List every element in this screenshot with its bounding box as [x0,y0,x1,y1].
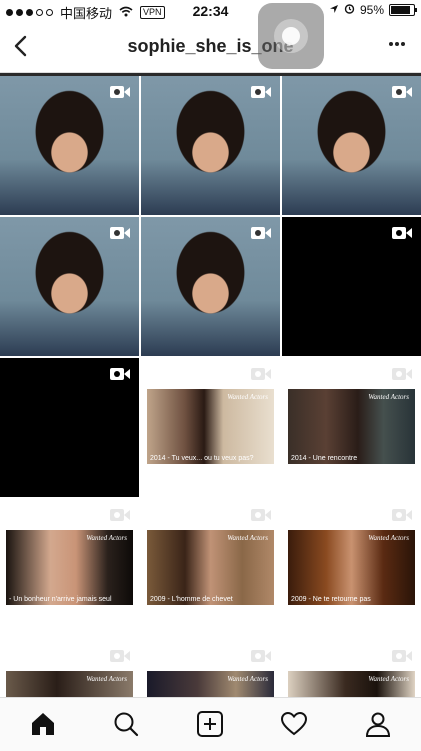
video-camera-icon [109,648,131,664]
status-right: 95% [329,3,417,17]
movie-still: Wanted Actors [6,671,133,697]
grid-post[interactable]: Wanted Actors 2009 - Ne te retourne pas [282,499,421,638]
grid-post[interactable] [0,358,139,497]
grid-post[interactable]: Wanted Actors [282,640,421,697]
grid-post[interactable]: Wanted Actors [0,640,139,697]
movie-caption: - Un bonheur n'arrive jamais seul [9,596,112,603]
assistive-touch-button[interactable] [258,3,324,69]
grid-post[interactable] [0,217,139,356]
video-camera-icon [250,648,272,664]
grid-post[interactable]: Wanted Actors 2009 - L'homme de chevet [141,499,280,638]
video-camera-icon [391,84,413,100]
video-camera-icon [391,366,413,382]
movie-still: Wanted Actors 2009 - L'homme de chevet [147,530,274,605]
grid-post[interactable] [141,76,280,215]
movie-still: Wanted Actors 2009 - Ne te retourne pas [288,530,415,605]
grid-post[interactable]: Wanted Actors [141,640,280,697]
movie-still: Wanted Actors [288,671,415,697]
add-post-icon[interactable] [196,710,224,738]
nav-bar: sophie_she_is_one [0,22,421,73]
brand-watermark: Wanted Actors [368,393,409,401]
video-camera-icon [109,225,131,241]
video-camera-icon [250,507,272,523]
grid-post[interactable]: Wanted Actors - Un bonheur n'arrive jama… [0,499,139,638]
video-camera-icon [250,84,272,100]
page-title: sophie_she_is_one [127,36,294,56]
brand-watermark: Wanted Actors [86,534,127,542]
battery-percent: 95% [359,3,384,17]
search-icon[interactable] [112,710,140,738]
grid-post[interactable] [0,76,139,215]
movie-still: Wanted Actors [147,671,274,697]
tab-bar [0,697,421,751]
grid-post[interactable]: Wanted Actors 2014 - Une rencontre [282,358,421,497]
grid-post[interactable] [282,76,421,215]
status-bar: 中国移动 VPN 22:34 95% [0,0,421,22]
alarm-icon [344,3,355,17]
heart-icon[interactable] [280,710,308,738]
more-horizontal-icon[interactable] [387,34,407,59]
video-camera-icon [250,225,272,241]
brand-watermark: Wanted Actors [368,534,409,542]
home-icon[interactable] [29,710,57,738]
grid-post[interactable] [141,217,280,356]
video-camera-icon [391,225,413,241]
brand-watermark: Wanted Actors [227,675,268,683]
video-camera-icon [109,366,131,382]
movie-caption: 2009 - Ne te retourne pas [291,596,371,603]
movie-still: Wanted Actors 2014 - Une rencontre [288,389,415,464]
video-camera-icon [391,507,413,523]
movie-caption: 2014 - Tu veux... ou tu veux pas? [150,455,254,462]
video-camera-icon [109,84,131,100]
movie-caption: 2014 - Une rencontre [291,455,358,462]
brand-watermark: Wanted Actors [227,393,268,401]
movie-caption: 2009 - L'homme de chevet [150,596,233,603]
video-camera-icon [391,648,413,664]
battery-icon [389,4,417,16]
video-camera-icon [250,366,272,382]
location-icon [329,3,339,17]
grid-post[interactable] [282,217,421,356]
brand-watermark: Wanted Actors [86,675,127,683]
posts-grid: Wanted Actors 2014 - Tu veux... ou tu ve… [0,73,421,697]
brand-watermark: Wanted Actors [368,675,409,683]
brand-watermark: Wanted Actors [227,534,268,542]
movie-still: Wanted Actors - Un bonheur n'arrive jama… [6,530,133,605]
video-camera-icon [109,507,131,523]
profile-icon[interactable] [364,710,392,738]
movie-still: Wanted Actors 2014 - Tu veux... ou tu ve… [147,389,274,464]
grid-post[interactable]: Wanted Actors 2014 - Tu veux... ou tu ve… [141,358,280,497]
